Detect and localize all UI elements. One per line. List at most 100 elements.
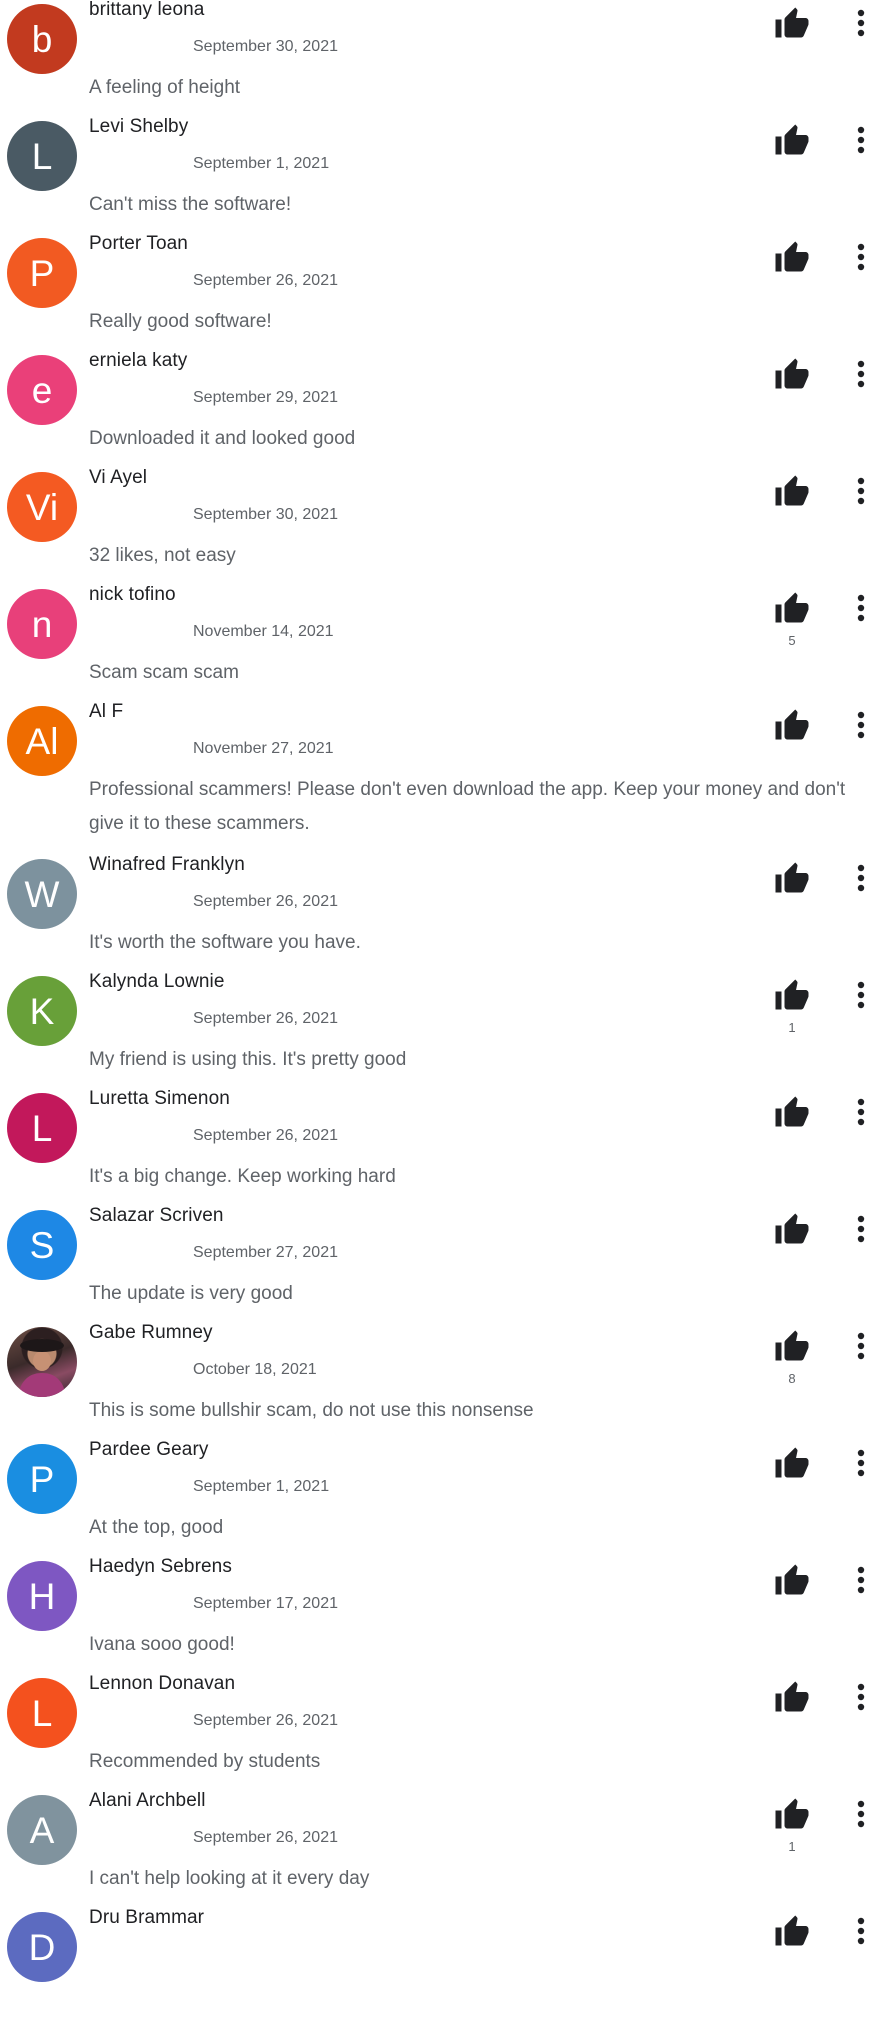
more-options-button[interactable] xyxy=(850,1914,872,1948)
review-text: Recommended by students xyxy=(89,1751,321,1772)
more-options-button[interactable] xyxy=(850,357,872,391)
thumb-up-icon xyxy=(774,1329,810,1365)
more-options-button[interactable] xyxy=(850,1680,872,1714)
more-vert-icon xyxy=(857,1449,865,1477)
more-options-button[interactable] xyxy=(850,6,872,40)
like-button[interactable] xyxy=(774,591,810,627)
like-button[interactable] xyxy=(774,1563,810,1599)
avatar-photo-face xyxy=(33,1351,51,1371)
like-button[interactable] xyxy=(774,861,810,897)
review-item: e erniela katy September 29, 2021 Downloade… xyxy=(0,350,872,468)
thumb-up-icon xyxy=(774,591,810,627)
review-text: Ivana sooo good! xyxy=(89,1634,235,1655)
like-button[interactable] xyxy=(774,1212,810,1248)
more-vert-icon xyxy=(857,477,865,505)
thumb-up-icon xyxy=(774,1797,810,1833)
avatar: e xyxy=(7,355,77,425)
reviewer-name: Levi Shelby xyxy=(89,116,189,137)
more-options-button[interactable] xyxy=(850,978,872,1012)
reviewer-name: nick tofino xyxy=(89,584,176,605)
avatar: A xyxy=(7,1795,77,1865)
review-item: H Haedyn Sebrens September 17, 2021 Ivana s… xyxy=(0,1556,872,1674)
avatar-initial: Vi xyxy=(25,486,59,528)
review-item: n nick tofino November 14, 2021 Scam scam s… xyxy=(0,584,872,702)
like-button[interactable] xyxy=(774,6,810,42)
review-list: b brittany leona September 30, 2021 A feeli… xyxy=(0,0,872,1982)
reviewer-name: Winafred Franklyn xyxy=(89,854,245,875)
review-item: L Levi Shelby September 1, 2021 Can't miss … xyxy=(0,116,872,234)
review-text: My friend is using this. It's pretty goo… xyxy=(89,1049,407,1070)
review-text: This is some bullshir scam, do not use t… xyxy=(89,1400,534,1421)
avatar-initial: A xyxy=(29,1809,55,1851)
like-button[interactable] xyxy=(774,708,810,744)
review-date: October 18, 2021 xyxy=(193,1361,317,1378)
more-options-button[interactable] xyxy=(850,240,872,274)
more-options-button[interactable] xyxy=(850,474,872,508)
like-button[interactable] xyxy=(774,1797,810,1833)
reviewer-name: Lennon Donavan xyxy=(89,1673,236,1694)
more-vert-icon xyxy=(857,594,865,622)
avatar-initial: L xyxy=(31,135,53,177)
like-button[interactable] xyxy=(774,1329,810,1365)
review-text: Scam scam scam xyxy=(89,662,239,683)
more-options-button[interactable] xyxy=(850,123,872,157)
like-count: 1 xyxy=(788,1839,796,1854)
more-options-button[interactable] xyxy=(850,1329,872,1363)
more-options-button[interactable] xyxy=(850,861,872,895)
review-text: It's a big change. Keep working hard xyxy=(89,1166,396,1187)
more-options-button[interactable] xyxy=(850,708,872,742)
reviewer-name: erniela katy xyxy=(89,350,188,371)
like-button[interactable] xyxy=(774,123,810,159)
review-text: Downloaded it and looked good xyxy=(89,428,356,449)
avatar: Vi xyxy=(7,472,77,542)
like-button[interactable] xyxy=(774,1095,810,1131)
avatar: D xyxy=(7,1912,77,1982)
more-vert-icon xyxy=(857,1332,865,1360)
more-options-button[interactable] xyxy=(850,591,872,625)
avatar-photo-body xyxy=(19,1373,65,1397)
review-date: September 26, 2021 xyxy=(193,272,338,289)
like-button[interactable] xyxy=(774,1446,810,1482)
avatar-initial: e xyxy=(31,369,53,411)
more-vert-icon xyxy=(857,360,865,388)
review-date: September 26, 2021 xyxy=(193,893,338,910)
review-item: Vi Vi Ayel September 30, 2021 32 likes, not… xyxy=(0,467,872,585)
reviewer-name: Alani Archbell xyxy=(89,1790,206,1811)
like-button[interactable] xyxy=(774,1914,810,1950)
more-vert-icon xyxy=(857,1917,865,1945)
more-options-button[interactable] xyxy=(850,1797,872,1831)
review-text: I can't help looking at it every day xyxy=(89,1868,370,1889)
review-text: Really good software! xyxy=(89,311,272,332)
reviewer-name: Porter Toan xyxy=(89,233,188,254)
reviewer-name: Luretta Simenon xyxy=(89,1088,230,1109)
reviewer-name: Salazar Scriven xyxy=(89,1205,224,1226)
review-item: Gabe Rumney October 18, 2021 This is some … xyxy=(0,1322,872,1440)
like-button[interactable] xyxy=(774,978,810,1014)
like-button[interactable] xyxy=(774,474,810,510)
reviewer-name: Pardee Geary xyxy=(89,1439,209,1460)
thumb-up-icon xyxy=(774,357,810,393)
more-vert-icon xyxy=(857,1215,865,1243)
avatar-initial: L xyxy=(31,1107,53,1149)
more-options-button[interactable] xyxy=(850,1446,872,1480)
avatar-initial: W xyxy=(24,873,60,915)
more-options-button[interactable] xyxy=(850,1563,872,1597)
thumb-up-icon xyxy=(774,474,810,510)
like-button[interactable] xyxy=(774,1680,810,1716)
review-date: September 30, 2021 xyxy=(193,506,338,523)
review-item: L Lennon Donavan September 26, 2021 Recomme… xyxy=(0,1673,872,1791)
avatar-initial: P xyxy=(29,252,55,294)
like-button[interactable] xyxy=(774,240,810,276)
more-options-button[interactable] xyxy=(850,1212,872,1246)
reviewer-name: Gabe Rumney xyxy=(89,1322,213,1343)
avatar: P xyxy=(7,1444,77,1514)
like-button[interactable] xyxy=(774,357,810,393)
review-date: November 27, 2021 xyxy=(193,740,334,757)
review-date: September 17, 2021 xyxy=(193,1595,338,1612)
avatar-initial: K xyxy=(29,990,55,1032)
review-text: A feeling of height xyxy=(89,77,241,98)
more-options-button[interactable] xyxy=(850,1095,872,1129)
avatar: Al xyxy=(7,706,77,776)
avatar: H xyxy=(7,1561,77,1631)
thumb-up-icon xyxy=(774,123,810,159)
